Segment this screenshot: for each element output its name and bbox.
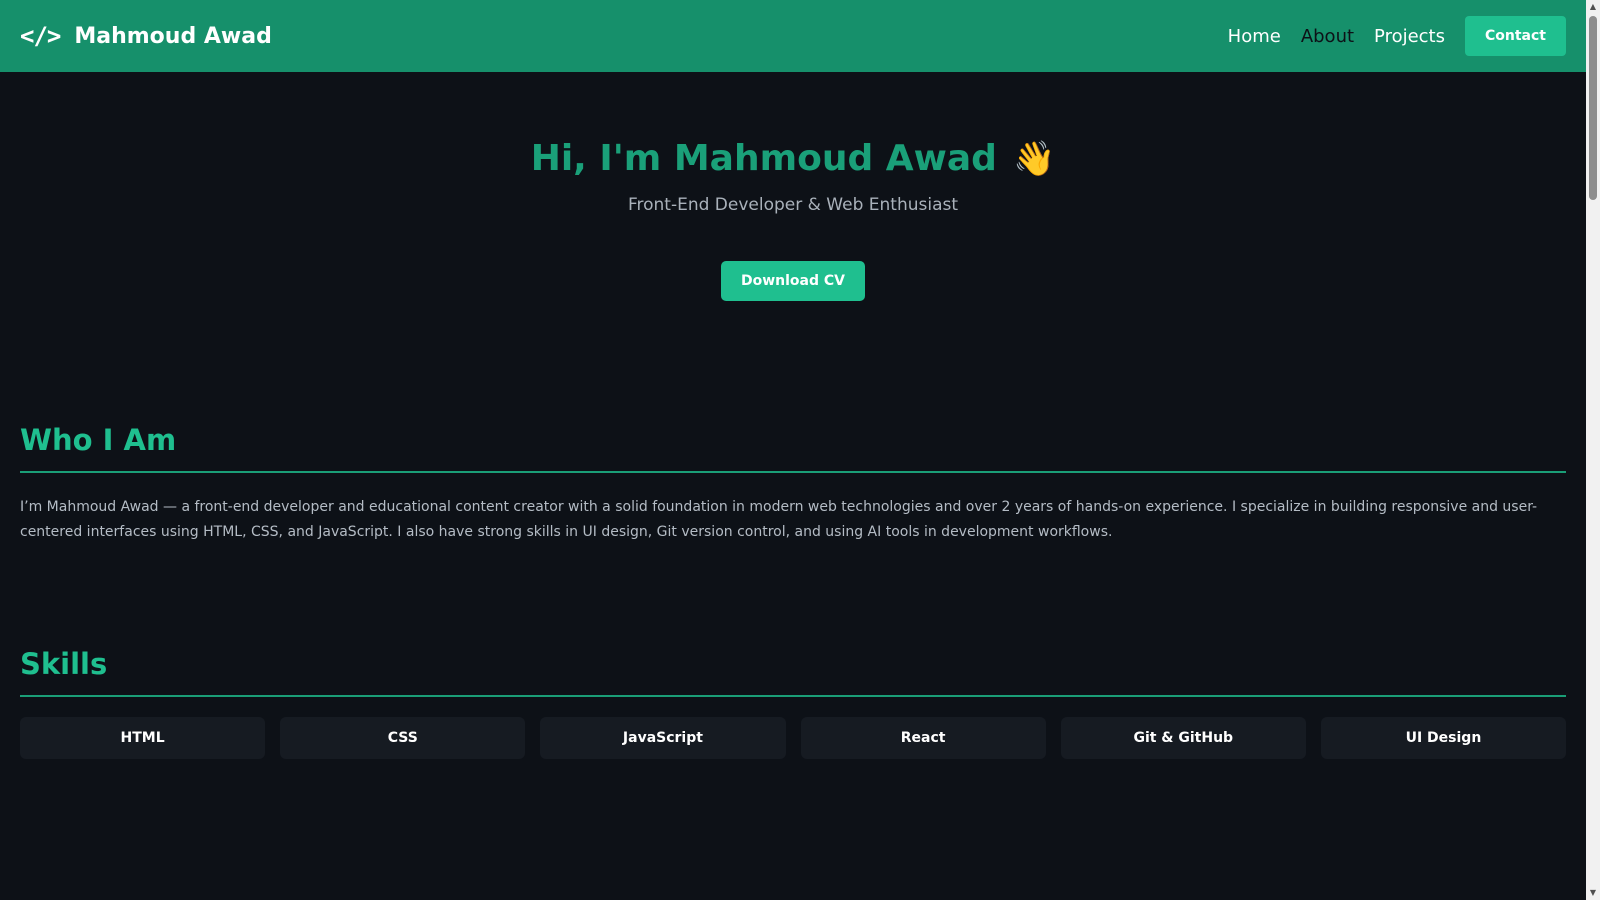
about-title: Who I Am: [20, 423, 177, 457]
brand-name: Mahmoud Awad: [74, 23, 272, 49]
about-divider: [20, 471, 1566, 473]
vertical-scrollbar[interactable]: ▲ ▼: [1586, 0, 1600, 900]
hero-section: Hi, I'm Mahmoud Awad 👋 Front-End Develop…: [0, 72, 1586, 301]
nav-menu: Home About Projects Contact: [1228, 16, 1566, 56]
about-text: I’m Mahmoud Awad — a front-end developer…: [20, 499, 1538, 540]
skill-card-javascript: JavaScript: [540, 717, 786, 759]
about-section: Who I Am I’m Mahmoud Awad — a front-end …: [0, 423, 1586, 545]
hero-subtitle: Front-End Developer & Web Enthusiast: [627, 195, 959, 215]
skill-card-git-github: Git & GitHub: [1060, 717, 1306, 759]
skills-divider: [20, 695, 1566, 697]
navbar: </> Mahmoud Awad Home About Projects Con…: [0, 0, 1586, 72]
page: </> Mahmoud Awad Home About Projects Con…: [0, 0, 1600, 900]
scroll-thumb[interactable]: [1589, 16, 1597, 200]
download-cv-button[interactable]: Download CV: [720, 261, 865, 301]
nav-link-about[interactable]: About: [1301, 26, 1354, 47]
scroll-up-arrow-icon[interactable]: ▲: [1586, 0, 1600, 14]
contact-button[interactable]: Contact: [1465, 16, 1566, 56]
skills-title: Skills: [20, 647, 108, 681]
nav-link-projects[interactable]: Projects: [1374, 26, 1445, 47]
code-icon: </>: [20, 22, 61, 50]
waving-hand-icon: 👋: [1012, 138, 1056, 179]
skills-section: Skills HTML CSS JavaScript React Git & G…: [0, 647, 1586, 759]
skill-card-react: React: [800, 717, 1046, 759]
skill-card-css: CSS: [280, 717, 526, 759]
page-content: </> Mahmoud Awad Home About Projects Con…: [0, 0, 1586, 900]
brand[interactable]: </> Mahmoud Awad: [20, 22, 272, 50]
nav-link-home[interactable]: Home: [1228, 26, 1281, 47]
hero-title-text: Hi, I'm Mahmoud Awad: [530, 138, 997, 179]
hero-title: Hi, I'm Mahmoud Awad 👋: [531, 138, 1056, 179]
skills-list: HTML CSS JavaScript React Git & GitHub U…: [20, 717, 1567, 759]
scroll-down-arrow-icon[interactable]: ▼: [1586, 886, 1600, 900]
skill-card-html: HTML: [20, 717, 266, 759]
skill-card-ui-design: UI Design: [1320, 717, 1567, 759]
